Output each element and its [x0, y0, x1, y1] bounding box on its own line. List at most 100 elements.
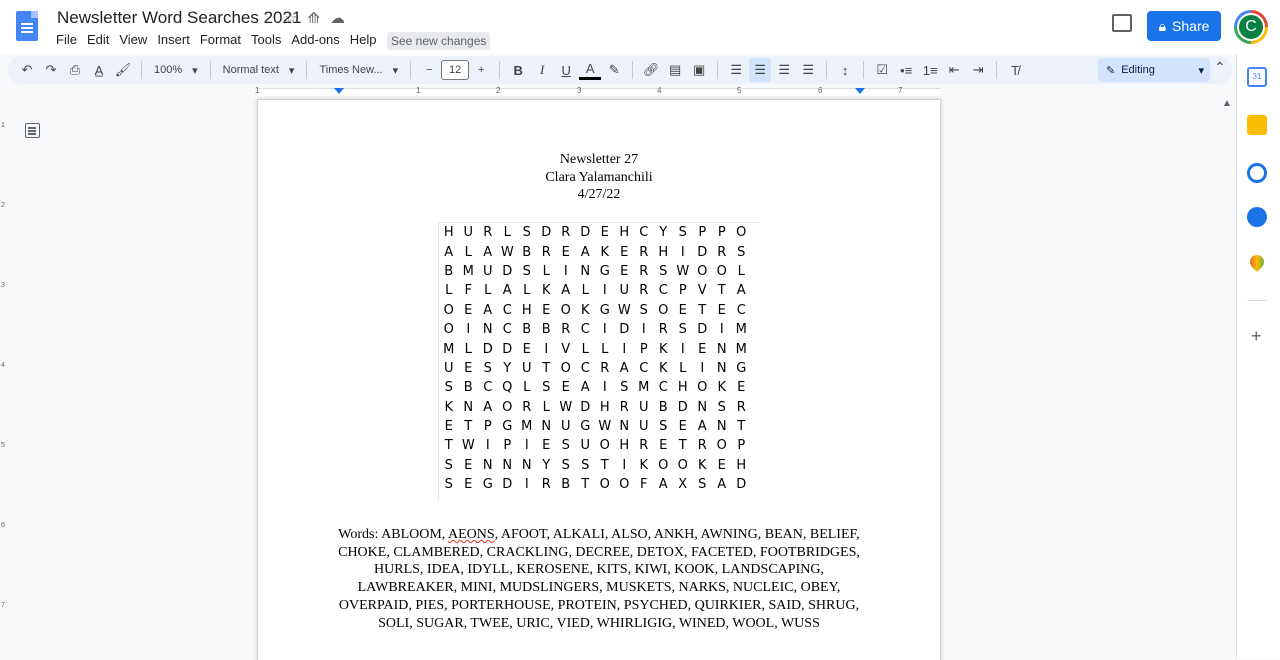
docs-logo-icon[interactable] [16, 11, 38, 41]
align-center-icon[interactable]: ☰ [749, 58, 772, 82]
grid-letter: U [580, 438, 590, 454]
grid-letter: I [700, 360, 705, 376]
top-bar: Newsletter Word Searches 2021 ☆ ⟰ ☁ File… [0, 0, 1280, 54]
grid-letter: H [658, 244, 669, 260]
grid-letter: O [443, 322, 454, 338]
avatar[interactable]: C [1234, 10, 1268, 44]
italic-button[interactable]: I [531, 58, 553, 82]
tasks-icon[interactable] [1247, 163, 1267, 183]
insert-image-icon[interactable]: ▣ [688, 58, 710, 82]
left-indent-marker[interactable] [334, 88, 344, 94]
grid-letter: E [464, 360, 473, 376]
star-icon[interactable]: ☆ [284, 9, 297, 27]
grid-letter: N [619, 419, 630, 435]
move-to-drive-icon[interactable]: ⟰ [307, 9, 320, 27]
document-page[interactable]: Newsletter 27 Clara Yalamanchili 4/27/22… [258, 100, 940, 660]
style-select[interactable]: Normal text ▾ [217, 64, 301, 77]
grid-letter: L [464, 341, 472, 357]
menu-help[interactable]: Help [350, 32, 382, 47]
align-right-icon[interactable]: ☰ [773, 58, 795, 82]
scroll-up-arrow-icon[interactable]: ▲ [1222, 98, 1232, 109]
menu-format[interactable]: Format [200, 32, 246, 47]
add-addon-icon[interactable]: + [1251, 326, 1262, 347]
ruler-number: 5 [737, 86, 742, 95]
grid-letter: S [444, 477, 453, 493]
bold-button[interactable]: B [507, 58, 529, 82]
bulleted-list-icon[interactable]: •≡ [895, 58, 917, 82]
clear-formatting-icon[interactable]: T̸ [1004, 58, 1026, 82]
grid-letter: A [483, 244, 493, 260]
calendar-icon[interactable]: 31 [1247, 67, 1267, 87]
editing-mode-select[interactable]: ✎ Editing ▾ [1098, 58, 1210, 82]
underline-button[interactable]: U [555, 58, 577, 82]
align-left-icon[interactable]: ☰ [725, 58, 747, 82]
font-select[interactable]: Times New... ▾ [313, 64, 404, 77]
spellcheck-icon[interactable]: A̲ [88, 58, 110, 82]
grid-letter: A [580, 244, 590, 260]
menu-file[interactable]: File [56, 32, 82, 47]
menu-insert[interactable]: Insert [157, 32, 195, 47]
grid-letter: I [602, 322, 607, 338]
menu-edit[interactable]: Edit [87, 32, 114, 47]
redo-icon[interactable]: ↷ [40, 58, 62, 82]
increase-indent-icon[interactable]: ⇥ [967, 58, 989, 82]
grid-letter: F [464, 283, 472, 299]
decrease-font-size-button[interactable]: − [418, 58, 440, 82]
line-spacing-icon[interactable]: ↕ [834, 58, 856, 82]
toolbar: ↶ ↷ ⎙ A̲ 🖌︎ 100% ▾ Normal text ▾ Times New… [8, 56, 1232, 84]
document-outline-icon[interactable] [25, 123, 40, 138]
decrease-indent-icon[interactable]: ⇤ [943, 58, 965, 82]
numbered-list-icon[interactable]: 1≡ [919, 58, 941, 82]
menu-addons[interactable]: Add-ons [291, 32, 344, 47]
grid-letter: P [503, 438, 512, 454]
comment-history-icon[interactable] [1112, 14, 1132, 32]
share-button[interactable]: 🔒︎ Share [1147, 11, 1221, 41]
grid-letter: H [599, 399, 610, 415]
grid-letter: S [483, 360, 492, 376]
add-comment-icon[interactable]: ▤ [664, 58, 686, 82]
grid-letter: L [679, 360, 687, 376]
grid-letter: B [522, 244, 532, 260]
document-title[interactable]: Newsletter Word Searches 2021 [57, 8, 301, 28]
collapse-menus-icon[interactable]: ⌃ [1214, 59, 1226, 76]
link-icon[interactable]: 🔗︎ [640, 58, 662, 82]
font-size-input[interactable]: 12 [441, 60, 470, 80]
justify-icon[interactable]: ☰ [797, 58, 819, 82]
zoom-select[interactable]: 100% ▾ [148, 64, 204, 77]
grid-letter: R [522, 399, 532, 415]
menu-view[interactable]: View [119, 32, 152, 47]
checklist-icon[interactable]: ☑ [871, 58, 893, 82]
see-new-changes-button[interactable]: See new changes [387, 32, 491, 50]
highlight-icon[interactable]: ✎ [603, 58, 625, 82]
grid-letter: O [697, 263, 708, 279]
menu-tools[interactable]: Tools [251, 32, 286, 47]
grid-letter: N [716, 360, 727, 376]
print-icon[interactable]: ⎙ [64, 58, 86, 82]
grid-letter: R [561, 225, 571, 241]
undo-icon[interactable]: ↶ [16, 58, 38, 82]
paint-format-icon[interactable]: 🖌︎ [112, 58, 134, 82]
grid-letter: U [463, 225, 473, 241]
grid-letter: R [541, 477, 551, 493]
grid-letter: E [678, 302, 687, 318]
grid-letter: O [677, 457, 688, 473]
grid-row: ALAWBREAKERHIDRS [439, 242, 760, 261]
grid-letter: B [541, 322, 551, 338]
grid-letter: A [697, 419, 707, 435]
grid-letter: L [581, 341, 589, 357]
grid-letter: S [522, 225, 531, 241]
increase-font-size-button[interactable]: + [470, 58, 492, 82]
cloud-saved-icon[interactable]: ☁ [330, 9, 345, 27]
grid-letter: O [716, 438, 727, 454]
keep-icon[interactable] [1247, 115, 1267, 135]
right-indent-marker[interactable] [855, 88, 865, 94]
contacts-icon[interactable] [1247, 207, 1267, 227]
maps-icon[interactable] [1247, 252, 1267, 272]
grid-letter: C [736, 302, 746, 318]
text-color-button[interactable]: A [579, 60, 602, 80]
spelling-flagged-word[interactable]: AEONS [448, 527, 495, 542]
chevron-down-icon: ▾ [1198, 64, 1204, 77]
ruler-number: 1 [255, 86, 260, 95]
grid-letter: E [600, 225, 609, 241]
grid-letter: D [482, 341, 493, 357]
